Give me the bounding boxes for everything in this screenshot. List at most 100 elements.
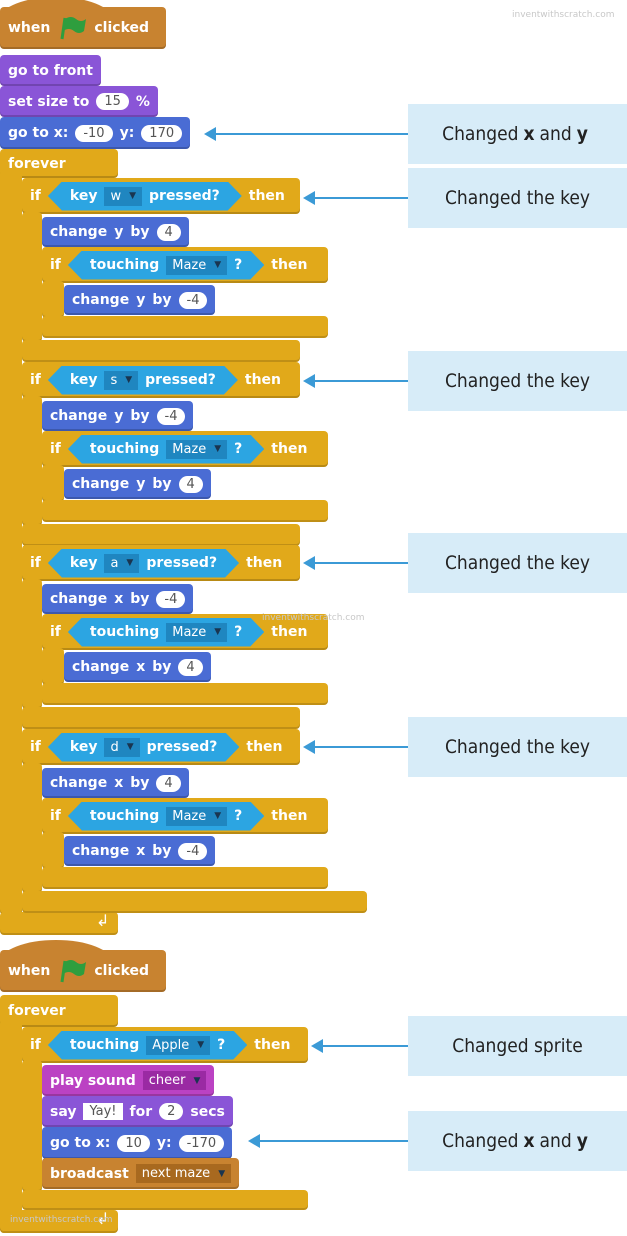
block-label: then xyxy=(271,808,308,824)
set-size-block[interactable]: set size to 15% xyxy=(0,86,158,117)
block-label: y xyxy=(114,224,124,240)
say-for-secs-block[interactable]: say Yay! for 2 secs xyxy=(42,1096,233,1127)
block-label: by xyxy=(130,775,150,791)
secs-input[interactable]: 2 xyxy=(159,1103,184,1120)
broadcast-block[interactable]: broadcast next maze ▼ xyxy=(42,1158,240,1189)
key-dropdown[interactable]: s ▼ xyxy=(104,371,138,390)
if-touching-block[interactable]: if touching Maze ▼? then xyxy=(42,431,328,467)
callout-text: Changed the key xyxy=(444,552,591,574)
sprite-dropdown[interactable]: Maze ▼ xyxy=(166,623,227,642)
change-value-input[interactable]: 4 xyxy=(178,475,203,493)
change-by-block[interactable]: change x by -4 xyxy=(42,584,194,614)
callout-arrow-line xyxy=(313,380,408,382)
change-value-input[interactable]: -4 xyxy=(156,407,186,425)
say-text-input[interactable]: Yay! xyxy=(83,1103,123,1120)
touching-condition[interactable]: touching Maze ▼? xyxy=(68,802,264,831)
if-key-pressed-block[interactable]: if key w ▼ pressed? then xyxy=(22,178,300,214)
change-by-block[interactable]: change y by -4 xyxy=(42,401,194,431)
y-input[interactable]: -170 xyxy=(178,1134,225,1152)
x-input[interactable]: -10 xyxy=(75,124,113,142)
key-pressed-condition[interactable]: key a ▼ pressed? xyxy=(48,549,239,578)
change-by-block[interactable]: change y by -4 xyxy=(64,285,216,315)
x-input[interactable]: 10 xyxy=(117,1134,150,1152)
callout-bold: y xyxy=(576,123,588,145)
key-pressed-condition[interactable]: key d ▼ pressed? xyxy=(48,733,239,762)
sprite-dropdown[interactable]: Maze ▼ xyxy=(166,807,227,826)
key-pressed-condition[interactable]: key w ▼ pressed? xyxy=(48,182,242,211)
green-flag-icon xyxy=(57,15,87,41)
change-by-block[interactable]: change x by -4 xyxy=(64,836,216,866)
when-flag-clicked-hat[interactable]: when clicked xyxy=(0,7,166,49)
sprite-dropdown[interactable]: Maze ▼ xyxy=(166,440,227,459)
key-dropdown[interactable]: w ▼ xyxy=(104,187,142,206)
change-by-block[interactable]: change y by 4 xyxy=(64,469,211,499)
if-arm xyxy=(22,396,42,526)
go-to-front-block[interactable]: go to front xyxy=(0,55,101,86)
sound-dropdown[interactable]: cheer ▼ xyxy=(142,1071,207,1090)
y-input[interactable]: 170 xyxy=(141,124,183,142)
touching-condition[interactable]: touching Apple ▼? xyxy=(48,1031,247,1060)
callout-box: Changed the key xyxy=(408,717,627,777)
change-by-block[interactable]: change y by 4 xyxy=(42,217,189,247)
if-key-pressed-block[interactable]: if key a ▼ pressed? then xyxy=(22,545,300,581)
arrow-head-icon xyxy=(248,1134,260,1148)
go-to-xy-block[interactable]: go to x: -10 y: 170 xyxy=(0,117,191,149)
touching-condition[interactable]: touching Maze ▼? xyxy=(68,435,264,464)
if-bottom xyxy=(42,683,328,705)
change-value-input[interactable]: 4 xyxy=(156,223,181,241)
block-label: key xyxy=(69,188,98,204)
key-dropdown[interactable]: d ▼ xyxy=(104,738,139,757)
block-label: for xyxy=(129,1103,153,1120)
if-arm xyxy=(22,1060,42,1192)
callout-arrow-line xyxy=(313,746,408,748)
dropdown-arrow-icon: ▼ xyxy=(214,811,222,821)
block-label: change xyxy=(72,292,130,308)
watermark: inventwithscratch.com xyxy=(262,613,365,623)
if-touching-block[interactable]: if touching Maze ▼? then xyxy=(42,798,328,834)
key-dropdown[interactable]: a ▼ xyxy=(104,554,139,573)
sprite-dropdown[interactable]: Maze ▼ xyxy=(166,256,227,275)
if-arm xyxy=(22,763,42,893)
callout-arrow-line xyxy=(313,562,408,564)
block-label: by xyxy=(130,408,150,424)
key-pressed-condition[interactable]: key s ▼ pressed? xyxy=(48,366,238,395)
if-bottom xyxy=(22,340,300,362)
if-bottom xyxy=(42,867,328,889)
callout-bold: x xyxy=(523,123,535,145)
change-value-input[interactable]: 4 xyxy=(156,774,181,792)
touching-condition[interactable]: touching Maze ▼? xyxy=(68,618,264,647)
arrow-head-icon xyxy=(311,1039,323,1053)
block-label: change xyxy=(50,224,108,240)
sprite-dropdown[interactable]: Apple ▼ xyxy=(146,1036,210,1055)
dropdown-arrow-icon: ▼ xyxy=(125,375,133,385)
message-dropdown[interactable]: next maze ▼ xyxy=(135,1164,232,1183)
block-label: if xyxy=(30,1037,41,1053)
when-flag-clicked-hat[interactable]: when clicked xyxy=(0,950,166,992)
callout-arrow-line xyxy=(214,133,408,135)
if-touching-block[interactable]: if touching Maze ▼? then xyxy=(42,247,328,283)
change-by-block[interactable]: change x by 4 xyxy=(42,768,189,798)
if-key-pressed-block[interactable]: if key d ▼ pressed? then xyxy=(22,729,300,765)
block-label: x xyxy=(136,659,146,675)
dropdown-value: Maze xyxy=(172,257,207,273)
change-by-block[interactable]: change x by 4 xyxy=(64,652,211,682)
play-sound-block[interactable]: play sound cheer ▼ xyxy=(42,1065,215,1096)
go-to-xy-block[interactable]: go to x: 10 y: -170 xyxy=(42,1127,233,1159)
change-value-input[interactable]: -4 xyxy=(178,291,208,309)
block-label: say xyxy=(50,1103,77,1120)
block-label: then xyxy=(254,1037,291,1053)
callout-box: Changed the key xyxy=(408,168,627,228)
forever-arm xyxy=(0,170,22,915)
block-label: ? xyxy=(234,808,243,824)
change-value-input[interactable]: 4 xyxy=(178,658,203,676)
if-key-pressed-block[interactable]: if key s ▼ pressed? then xyxy=(22,362,300,398)
if-touching-block[interactable]: if touching Apple ▼? then xyxy=(22,1027,308,1063)
touching-condition[interactable]: touching Maze ▼? xyxy=(68,251,264,280)
block-label: touching xyxy=(89,257,160,273)
change-value-input[interactable]: -4 xyxy=(178,842,208,860)
block-label: pressed? xyxy=(146,739,218,755)
size-input[interactable]: 15 xyxy=(96,93,129,110)
block-label: ? xyxy=(234,624,243,640)
change-value-input[interactable]: -4 xyxy=(156,590,186,608)
arrow-head-icon xyxy=(303,740,315,754)
